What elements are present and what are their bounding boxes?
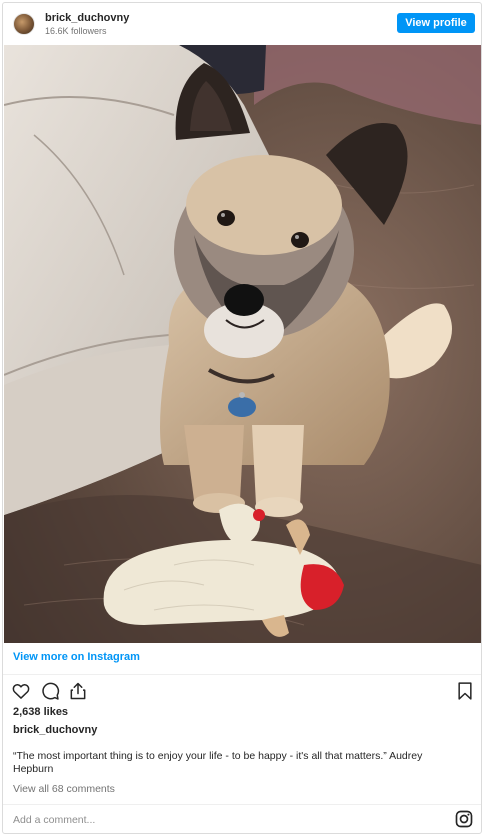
username[interactable]: brick_duchovny	[45, 12, 129, 24]
post-header: brick_duchovny 16.6K followers View prof…	[3, 3, 481, 45]
avatar[interactable]	[13, 13, 35, 35]
instagram-icon[interactable]	[454, 809, 474, 829]
heart-icon[interactable]	[11, 681, 31, 701]
comment-icon[interactable]	[40, 681, 60, 701]
follower-count: 16.6K followers	[45, 26, 107, 36]
caption-username[interactable]: brick_duchovny	[13, 724, 97, 736]
post-image[interactable]	[4, 45, 481, 643]
divider	[3, 804, 481, 805]
divider	[3, 674, 481, 675]
share-icon[interactable]	[68, 681, 88, 701]
view-profile-button[interactable]: View profile	[397, 13, 475, 33]
view-more-on-instagram-link[interactable]: View more on Instagram	[13, 651, 140, 663]
instagram-embed-card: brick_duchovny 16.6K followers View prof…	[2, 2, 482, 834]
caption-text: “The most important thing is to enjoy yo…	[13, 750, 423, 775]
dog-photo	[4, 45, 481, 643]
bookmark-icon[interactable]	[455, 681, 475, 701]
like-count[interactable]: 2,638 likes	[13, 706, 68, 718]
view-all-comments-link[interactable]: View all 68 comments	[13, 783, 115, 795]
add-comment-input[interactable]: Add a comment...	[13, 814, 95, 826]
